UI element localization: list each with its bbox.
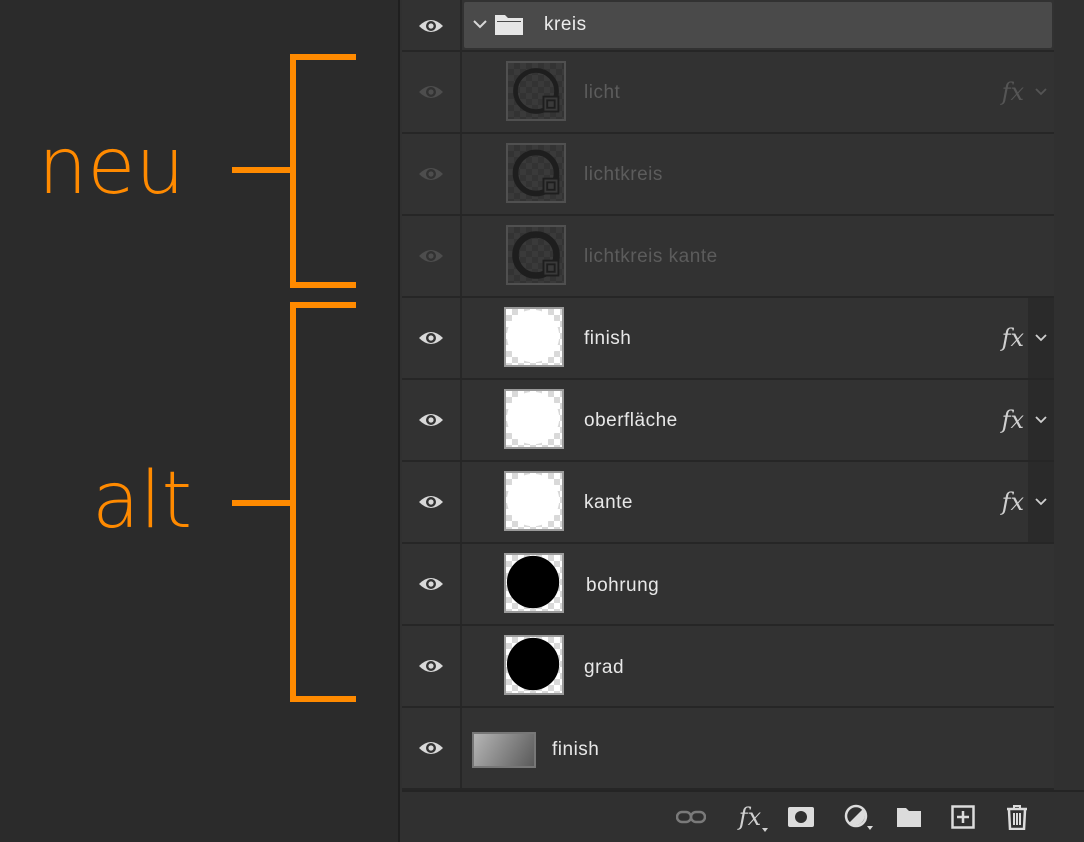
layer-row-oberflaeche[interactable]: oberfläche fx bbox=[402, 380, 1054, 462]
layers-footer-toolbar: fx bbox=[402, 790, 1084, 842]
eye-icon bbox=[419, 496, 443, 508]
layer-group-kreis[interactable]: kreis bbox=[402, 0, 1054, 52]
visibility-toggle[interactable] bbox=[402, 298, 462, 378]
layer-name: grad bbox=[584, 657, 625, 678]
annotation-old-label: alt bbox=[92, 456, 193, 546]
eye-icon bbox=[419, 414, 443, 426]
fx-icon[interactable]: fx bbox=[1002, 406, 1024, 434]
layer-name: finish bbox=[584, 328, 632, 349]
visibility-toggle[interactable] bbox=[402, 380, 462, 460]
layer-name: lichtkreis bbox=[584, 164, 663, 185]
scrollbar[interactable] bbox=[1054, 0, 1084, 790]
layer-thumbnail bbox=[472, 732, 536, 768]
visibility-toggle[interactable] bbox=[402, 708, 462, 788]
new-group-button[interactable] bbox=[894, 804, 924, 830]
layer-thumbnail bbox=[504, 471, 564, 531]
folder-icon bbox=[495, 15, 523, 35]
chevron-down-icon bbox=[1035, 88, 1047, 96]
eye-icon bbox=[419, 578, 443, 590]
fx-icon[interactable]: fx bbox=[1002, 488, 1024, 516]
fx-expand[interactable] bbox=[1028, 380, 1054, 460]
chevron-down-icon[interactable] bbox=[472, 18, 488, 30]
layer-row-grad[interactable]: grad bbox=[402, 626, 1054, 708]
layer-thumbnail bbox=[504, 635, 564, 695]
eye-icon bbox=[419, 20, 443, 32]
visibility-toggle[interactable] bbox=[402, 216, 462, 296]
visibility-toggle[interactable] bbox=[402, 52, 462, 132]
layer-name: oberfläche bbox=[584, 410, 678, 431]
layer-thumbnail bbox=[504, 389, 564, 449]
fx-expand[interactable] bbox=[1028, 298, 1054, 378]
fx-icon[interactable]: fx bbox=[1002, 78, 1024, 106]
layer-name: licht bbox=[584, 82, 621, 103]
layer-row-kante[interactable]: kante fx bbox=[402, 462, 1054, 544]
chevron-down-icon bbox=[1035, 334, 1047, 342]
annotation-new-tick bbox=[232, 167, 292, 173]
link-icon bbox=[676, 810, 706, 824]
layer-row-lichtkreis-kante[interactable]: lichtkreis kante bbox=[402, 216, 1054, 298]
annotation-area: neu alt bbox=[0, 0, 398, 842]
layer-row-finish[interactable]: finish fx bbox=[402, 298, 1054, 380]
layer-name: kante bbox=[584, 492, 633, 513]
group-name: kreis bbox=[544, 14, 587, 35]
add-layer-style-button[interactable]: fx bbox=[732, 803, 768, 832]
annotation-old-bracket bbox=[290, 302, 356, 702]
layers-panel: kreis licht fx lichtkreis lichtkreis kan… bbox=[398, 0, 1084, 842]
new-layer-icon bbox=[951, 805, 975, 829]
delete-layer-button[interactable] bbox=[1002, 804, 1032, 830]
layer-thumbnail bbox=[506, 143, 566, 203]
visibility-toggle[interactable] bbox=[402, 462, 462, 542]
annotation-new-bracket bbox=[290, 54, 356, 288]
trash-icon bbox=[1007, 805, 1027, 830]
fx-icon: fx bbox=[738, 803, 762, 831]
layer-name: lichtkreis kante bbox=[584, 246, 718, 267]
visibility-toggle[interactable] bbox=[402, 0, 462, 52]
group-header[interactable]: kreis bbox=[464, 2, 1052, 48]
visibility-toggle[interactable] bbox=[402, 134, 462, 214]
mask-icon bbox=[788, 807, 814, 827]
layer-name: finish bbox=[552, 739, 600, 760]
layer-thumbnail bbox=[504, 307, 564, 367]
adjustment-layer-button[interactable] bbox=[840, 804, 876, 830]
layer-thumbnail bbox=[506, 61, 566, 121]
layer-row-licht[interactable]: licht fx bbox=[402, 52, 1054, 134]
new-layer-button[interactable] bbox=[948, 804, 978, 830]
layer-row-finish-background[interactable]: finish bbox=[402, 708, 1054, 790]
eye-icon bbox=[419, 250, 443, 262]
layer-row-lichtkreis[interactable]: lichtkreis bbox=[402, 134, 1054, 216]
layer-row-bohrung[interactable]: bohrung bbox=[402, 544, 1054, 626]
chevron-down-icon bbox=[1035, 416, 1047, 424]
layer-thumbnail bbox=[506, 225, 566, 285]
add-mask-button[interactable] bbox=[786, 804, 816, 830]
annotation-new-label: neu bbox=[38, 122, 185, 212]
annotation-old-tick bbox=[232, 500, 292, 506]
eye-icon bbox=[419, 660, 443, 672]
eye-icon bbox=[419, 168, 443, 180]
fx-expand[interactable] bbox=[1028, 462, 1054, 542]
eye-icon bbox=[419, 86, 443, 98]
eye-icon bbox=[419, 742, 443, 754]
fx-expand[interactable] bbox=[1028, 52, 1054, 132]
visibility-toggle[interactable] bbox=[402, 626, 462, 706]
new-group-icon bbox=[897, 808, 921, 827]
eye-icon bbox=[419, 332, 443, 344]
layer-name: bohrung bbox=[586, 575, 660, 596]
link-layers-button[interactable] bbox=[674, 804, 708, 830]
dropdown-triangle-icon bbox=[762, 828, 768, 832]
fx-icon[interactable]: fx bbox=[1002, 324, 1024, 352]
adjustment-icon bbox=[844, 804, 873, 830]
layer-thumbnail bbox=[504, 553, 564, 613]
visibility-toggle[interactable] bbox=[402, 544, 462, 624]
chevron-down-icon bbox=[1035, 498, 1047, 506]
